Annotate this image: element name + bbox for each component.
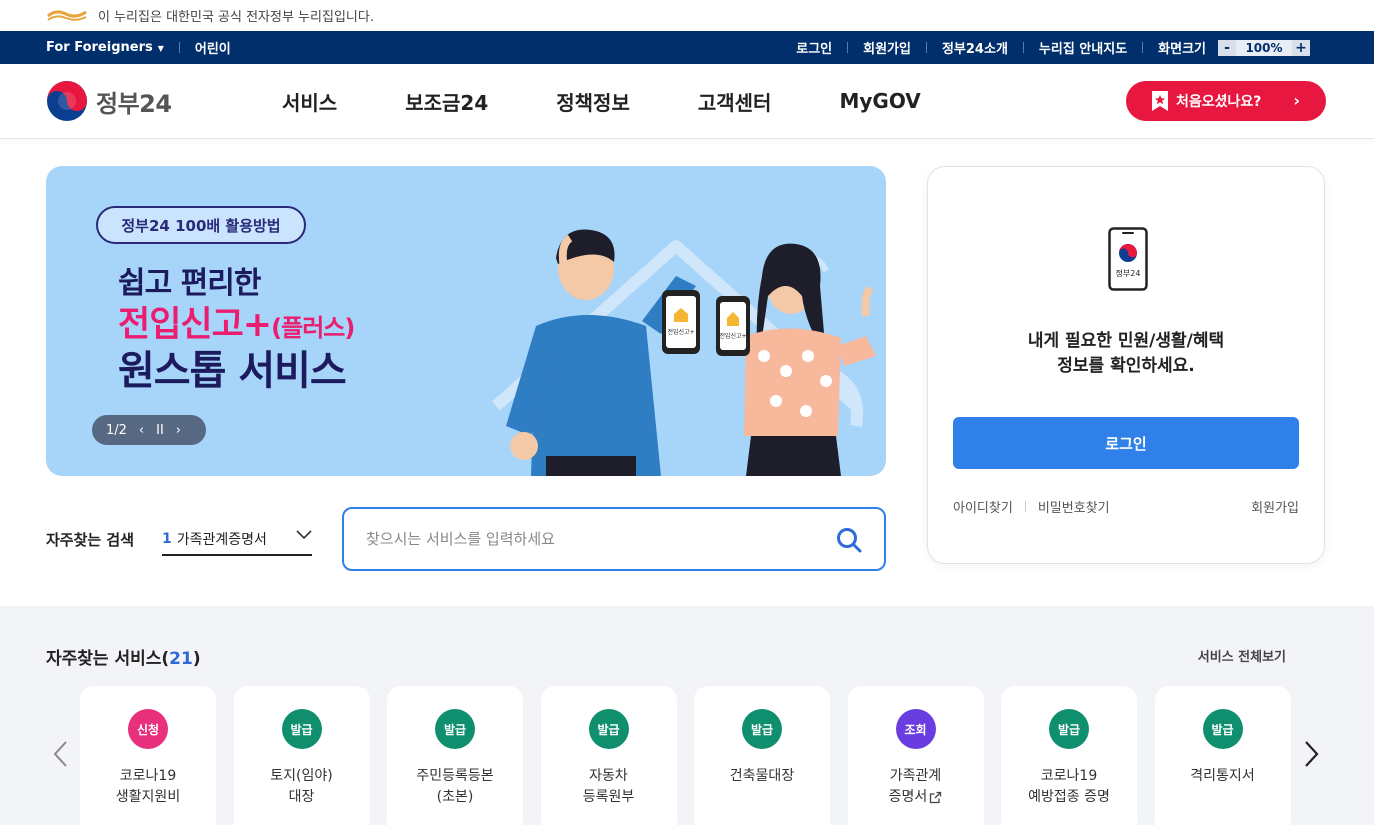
service-card-corona-support[interactable]: 신청 코로나19 생활지원비 [80, 686, 216, 825]
service-card-label: 가족관계 증명서 [888, 768, 942, 805]
gov-banner-text: 이 누리집은 대한민국 공식 전자정부 누리집입니다. [98, 10, 374, 25]
service-card-list: 신청 코로나19 생활지원비 발급 토지(임야) 대장 발급 주민등록등본 (초… [80, 686, 1308, 825]
service-card-family-relation[interactable]: 조회 가족관계 증명서 [847, 686, 984, 825]
login-links: 아이디찾기 비밀번호찾기 회원가입 [953, 497, 1299, 516]
kids-link[interactable]: 어린이 [195, 38, 231, 57]
nav-policy[interactable]: 정책정보 [556, 87, 630, 116]
slide-next-icon[interactable]: › [176, 423, 181, 438]
nav-subsidy[interactable]: 보조금24 [405, 87, 488, 116]
mobile-gov24-icon: 정부24 [1108, 227, 1148, 291]
zoom-out-button[interactable]: - [1218, 39, 1236, 56]
issue-badge: 발급 [435, 709, 475, 749]
bookmark-star-icon [1152, 91, 1168, 111]
frequent-search-value: 가족관계증명서 [176, 532, 267, 548]
frequent-services-section: 자주찾는 서비스(21) 서비스 전체보기 신청 코로나19 생활지원비 발급 … [0, 606, 1374, 825]
service-card-land-register[interactable]: 발급 토지(임야) 대장 [233, 686, 370, 825]
search-icon[interactable] [836, 527, 862, 553]
service-card-building-register[interactable]: 발급 건축물대장 [694, 686, 830, 825]
search-box [342, 507, 886, 571]
service-card-vehicle-register[interactable]: 발급 자동차 등록원부 [540, 686, 677, 825]
promo-banner[interactable]: 정부24 100배 활용방법 쉽고 편리한 전입신고+(플러스) 원스톱 서비스… [46, 166, 886, 476]
zoom-label: 화면크기 [1158, 42, 1206, 57]
site-header: 정부24 서비스 보조금24 정책정보 고객센터 MyGOV 처음오셨나요? › [0, 64, 1374, 139]
signup-link[interactable]: 회원가입 [863, 38, 911, 57]
phone-label-2: 전입신고+ [719, 332, 746, 340]
banner-pill-label: 정부24 100배 활용방법 [96, 206, 306, 244]
view-all-services-link[interactable]: 서비스 전체보기 [1198, 646, 1286, 665]
login-message: 내게 필요한 민원/생활/혜택 정보를 확인하세요. [1027, 331, 1225, 376]
nav-mygov[interactable]: MyGOV [839, 89, 920, 113]
for-foreigners-dropdown[interactable]: For Foreigners ▼ [46, 40, 164, 55]
utility-bar: For Foreigners ▼ 어린이 로그인 회원가입 정부24소개 누리집 … [0, 31, 1374, 64]
carousel-prev-icon[interactable] [52, 740, 68, 768]
service-card-label: 건축물대장 [729, 768, 795, 784]
egov-logo-icon [47, 9, 87, 21]
chevron-down-icon [296, 530, 312, 540]
slide-pause-icon[interactable]: II [156, 423, 164, 438]
site-logo[interactable]: 정부24 [46, 80, 282, 122]
issue-badge: 발급 [1049, 709, 1089, 749]
issue-badge: 발급 [281, 709, 322, 749]
login-button[interactable]: 로그인 [953, 417, 1299, 469]
service-card-quarantine-notice[interactable]: 발급 격리통지서 [1154, 686, 1291, 825]
nav-service[interactable]: 서비스 [282, 87, 337, 116]
taegeuk-logo-icon [47, 81, 87, 121]
service-card-label: 코로나19 예방접종 증명 [1028, 768, 1110, 805]
chevron-right-icon: › [1293, 91, 1300, 110]
logo-text: 정부24 [96, 89, 172, 118]
login-link[interactable]: 로그인 [796, 38, 832, 57]
about-link[interactable]: 정부24소개 [942, 38, 1008, 57]
gov-official-banner: 이 누리집은 대한민국 공식 전자정부 누리집입니다. [0, 0, 1374, 31]
banner-headline-3: 원스톱 서비스 [118, 348, 347, 394]
zoom-in-button[interactable]: + [1292, 39, 1310, 56]
zoom-value: 100% [1236, 39, 1292, 56]
main-nav: 서비스 보조금24 정책정보 고객센터 MyGOV [282, 87, 921, 116]
find-id-link[interactable]: 아이디찾기 [953, 497, 1013, 516]
zoom-control: - 100% + [1218, 39, 1310, 56]
signup-link-card[interactable]: 회원가입 [1251, 497, 1299, 516]
apply-badge: 신청 [128, 709, 168, 749]
frequent-search-dropdown[interactable]: 1 가족관계증명서 [162, 524, 312, 556]
service-card-label: 자동차 등록원부 [582, 768, 635, 805]
slide-prev-icon[interactable]: ‹ [139, 423, 144, 438]
frequent-search-label: 자주찾는 검색 [46, 531, 135, 549]
main-section: 정부24 100배 활용방법 쉽고 편리한 전입신고+(플러스) 원스톱 서비스… [0, 139, 1374, 606]
service-card-label: 주민등록등본 (초본) [416, 768, 494, 805]
search-row: 자주찾는 검색 1 가족관계증명서 [46, 507, 886, 571]
frequent-search-rank: 1 [162, 531, 172, 547]
login-card: 정부24 내게 필요한 민원/생활/혜택 정보를 확인하세요. 로그인 아이디찾… [927, 166, 1325, 564]
issue-badge: 발급 [1202, 709, 1243, 749]
frequent-services-title: 자주찾는 서비스(21) [46, 649, 201, 669]
service-card-label: 코로나19 생활지원비 [115, 768, 181, 805]
search-input[interactable] [366, 530, 826, 548]
inquiry-badge: 조회 [895, 709, 936, 749]
slider-control: 1/2 ‹ II › [92, 415, 206, 445]
service-card-vaccine-cert[interactable]: 발급 코로나19 예방접종 증명 [1001, 686, 1137, 825]
caret-down-icon: ▼ [157, 44, 164, 53]
service-card-resident-register[interactable]: 발급 주민등록등본 (초본) [387, 686, 523, 825]
people-with-phones-illustration: 전입신고+ 전입신고+ [506, 220, 876, 476]
services-count: 21 [169, 649, 193, 669]
find-password-link[interactable]: 비밀번호찾기 [1038, 497, 1110, 516]
sitemap-link[interactable]: 누리집 안내지도 [1039, 38, 1127, 57]
external-link-icon [930, 791, 942, 803]
issue-badge: 발급 [588, 709, 629, 749]
issue-badge: 발급 [742, 709, 782, 749]
phone-label-1: 전입신고+ [667, 328, 694, 336]
first-visit-button[interactable]: 처음오셨나요? › [1126, 81, 1326, 121]
service-card-label: 격리통지서 [1190, 768, 1255, 784]
service-card-label: 토지(임야) 대장 [270, 768, 333, 805]
nav-customer-center[interactable]: 고객센터 [698, 87, 772, 116]
slide-counter: 1/2 [106, 422, 127, 438]
svg-text:정부24: 정부24 [1116, 268, 1141, 278]
